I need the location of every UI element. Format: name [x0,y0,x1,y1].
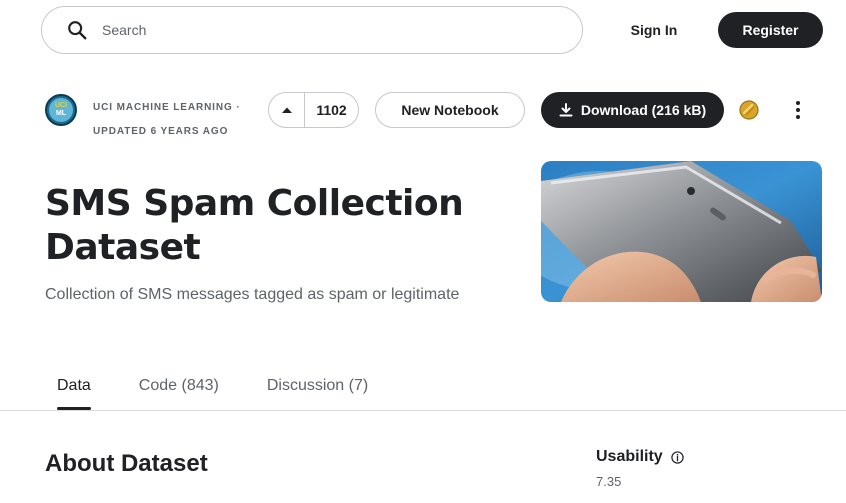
dataset-title: SMS Spam Collection Dataset [45,183,464,268]
sign-in-button[interactable]: Sign In [612,12,696,48]
tab-data[interactable]: Data [45,372,103,410]
dataset-subtitle: Collection of SMS messages tagged as spa… [45,286,460,303]
avatar-text-line1: UCI [54,102,68,109]
new-notebook-button[interactable]: New Notebook [375,92,525,128]
info-icon[interactable] [671,450,684,464]
vote-count: 1102 [316,102,347,118]
tab-discussion[interactable]: Discussion (7) [255,372,380,410]
caret-up-icon [281,107,292,113]
search-icon [68,21,87,40]
avatar-text-line2: ML [55,110,67,117]
about-dataset-heading: About Dataset [45,450,208,477]
vote-widget: 1102 [268,92,359,128]
usability-value: 7.35 [596,474,622,489]
kebab-dot [796,101,800,105]
dataset-banner-image [541,161,822,302]
kebab-dot [796,108,800,112]
kebab-dot [796,115,800,119]
download-icon [559,103,573,117]
download-button[interactable]: Download (216 kB) [541,92,724,128]
search-input[interactable] [102,22,522,38]
register-button[interactable]: Register [718,12,823,48]
owner-avatar[interactable]: UCI ML [45,94,77,126]
tabs-divider [0,410,846,411]
upvote-button[interactable] [269,93,305,127]
usability-label-text: Usability [596,448,663,465]
kebab-icon[interactable] [786,98,810,122]
owner-name[interactable]: UCI MACHINE LEARNING · [93,96,241,120]
search-bar[interactable] [41,6,583,54]
updated-text: UPDATED 6 YEARS AGO [93,126,229,137]
usability-label: Usability [596,448,684,466]
medal-icon [739,100,759,120]
tab-code[interactable]: Code (843) [127,372,231,410]
avatar-logo: UCI ML [49,98,73,122]
download-label: Download (216 kB) [580,102,707,118]
tab-bar: Data Code (843) Discussion (7) [45,372,404,410]
owner-info: UCI MACHINE LEARNING · UPDATED 6 YEARS A… [93,96,241,144]
